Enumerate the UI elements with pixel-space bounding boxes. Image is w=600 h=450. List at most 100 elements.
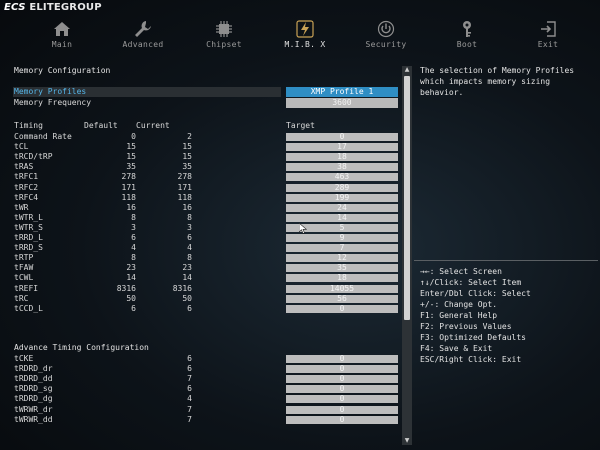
timing-name: tRTP (14, 253, 34, 263)
timing-target-input[interactable]: 7 (286, 244, 398, 253)
timing-name: tWTR_S (14, 222, 43, 232)
timing-target-input[interactable]: 0 (286, 415, 398, 424)
lightning-icon (296, 20, 314, 38)
memory-frequency-value[interactable]: 3600 (286, 98, 398, 108)
timing-target-input[interactable]: 56 (286, 294, 398, 303)
timing-target-input[interactable]: 0 (286, 395, 398, 404)
timing-target-input[interactable]: 18 (286, 274, 398, 283)
timing-target-input[interactable]: 9 (286, 234, 398, 242)
timing-row[interactable]: Command Rate 0 2 0 (14, 132, 398, 142)
timing-name: tRFC4 (14, 192, 39, 202)
timing-row[interactable]: tRC 50 50 56 (14, 294, 398, 304)
tab-mib-x[interactable]: M.I.B. X (265, 18, 345, 56)
brand-mark: ECS (4, 2, 26, 13)
timing-target-input[interactable]: 0 (286, 385, 398, 394)
tab-boot-label: Boot (456, 40, 478, 49)
exit-icon (539, 20, 557, 38)
timing-target-input[interactable]: 0 (286, 375, 398, 384)
timing-default: 14 (126, 273, 136, 283)
tab-advanced-label: Advanced (122, 40, 164, 49)
timing-target-input[interactable]: 38 (286, 163, 398, 172)
key-hint: ESC/Right Click: Exit (420, 355, 522, 364)
advance-timing-row[interactable]: tRDRD_sg 6 0 (14, 384, 398, 394)
scroll-down-arrow-icon[interactable]: ▼ (402, 437, 412, 445)
advance-timing-row[interactable]: tRDRD_dr 6 0 (14, 364, 398, 374)
tab-advanced[interactable]: Advanced (103, 18, 183, 56)
default-header: Default (84, 121, 118, 130)
timing-target-input[interactable]: 17 (286, 143, 398, 152)
timing-target-input[interactable]: 199 (286, 193, 398, 202)
scroll-thumb[interactable] (404, 76, 410, 320)
timing-name: tWRWR_dr (14, 404, 53, 414)
timing-target-input[interactable]: 0 (286, 405, 398, 414)
timing-target-input[interactable]: 12 (286, 254, 398, 263)
timing-row[interactable]: tRFC1 278 278 463 (14, 172, 398, 182)
timing-row[interactable]: tWTR_S 3 3 5 (14, 223, 398, 233)
key-hint: F2: Previous Values (420, 322, 512, 331)
timing-row[interactable]: tCCD_L 6 6 0 (14, 304, 398, 314)
timing-row[interactable]: tFAW 23 23 35 (14, 263, 398, 273)
memory-profiles-setting[interactable]: Memory Profiles XMP Profile 1 (13, 87, 398, 97)
timing-header: Timing (14, 121, 43, 130)
key-hint: +/-: Change Opt. (420, 300, 498, 309)
timing-target-input[interactable]: 289 (286, 183, 398, 192)
timing-target-input[interactable]: 0 (286, 355, 398, 363)
settings-panel: Memory Configuration Memory Profiles XMP… (13, 62, 401, 446)
tab-security[interactable]: Security (346, 18, 426, 56)
timing-current: 23 (182, 263, 192, 273)
timing-row[interactable]: tRCD/tRP 15 15 18 (14, 152, 398, 162)
timing-name: tRDRD_dg (14, 394, 53, 404)
timing-row[interactable]: tRFC4 118 118 199 (14, 193, 398, 203)
timing-target-input[interactable]: 0 (286, 365, 398, 374)
advance-timing-row[interactable]: tWRWR_dd 7 0 (14, 415, 398, 425)
timing-current: 7 (187, 404, 192, 414)
scrollbar[interactable]: ▲ ▼ (402, 66, 412, 445)
timing-current: 15 (182, 152, 192, 162)
scroll-up-arrow-icon[interactable]: ▲ (402, 66, 412, 74)
memory-profiles-value[interactable]: XMP Profile 1 (286, 87, 398, 97)
timing-name: tWTR_L (14, 212, 43, 222)
tab-main-label: Main (51, 40, 73, 49)
tab-boot[interactable]: Boot (427, 18, 507, 56)
timing-target-input[interactable]: 24 (286, 203, 398, 212)
advance-timing-row[interactable]: tCKE 6 0 (14, 354, 398, 364)
tab-main[interactable]: Main (22, 18, 102, 56)
timing-target-input[interactable]: 35 (286, 264, 398, 273)
brand-name: ELITEGROUP (29, 2, 102, 13)
timing-target-input[interactable]: 18 (286, 153, 398, 162)
timing-row[interactable]: tRAS 35 35 38 (14, 162, 398, 172)
timing-current: 6 (187, 233, 192, 242)
timing-target-input[interactable]: 14 (286, 213, 398, 222)
memory-frequency-setting[interactable]: Memory Frequency 3600 (14, 98, 398, 108)
timing-row[interactable]: tRTP 8 8 12 (14, 253, 398, 263)
key-hint: →←: Select Screen (420, 267, 502, 276)
timing-row[interactable]: tREFI 8316 8316 14055 (14, 284, 398, 294)
advance-timing-row[interactable]: tWRWR_dr 7 0 (14, 405, 398, 415)
timing-default: 8 (131, 212, 136, 222)
key-hint: F3: Optimized Defaults (420, 333, 526, 342)
timing-target-input[interactable]: 14055 (286, 284, 398, 293)
timing-row[interactable]: tRFC2 171 171 289 (14, 183, 398, 193)
advance-timing-title: Advance Timing Configuration (14, 343, 149, 352)
timing-row[interactable]: tRRD_L 6 6 9 (14, 233, 398, 243)
tab-exit[interactable]: Exit (508, 18, 588, 56)
key-hint: Enter/Dbl Click: Select (420, 289, 531, 298)
timing-target-input[interactable]: 0 (286, 133, 398, 141)
timing-name: tCWL (14, 273, 34, 283)
advance-timing-row[interactable]: tRDRD_dg 4 0 (14, 394, 398, 404)
advance-timing-row[interactable]: tRDRD_dd 7 0 (14, 374, 398, 384)
help-text: The selection of Memory Profiles which i… (420, 66, 575, 97)
timing-row[interactable]: tWTR_L 8 8 14 (14, 213, 398, 223)
power-icon (377, 20, 395, 38)
timing-target-input[interactable]: 0 (286, 304, 398, 313)
timing-row[interactable]: tCWL 14 14 18 (14, 273, 398, 283)
key-legend: →←: Select Screen ↑↓/Click: Select Item … (420, 266, 596, 365)
timing-name: tRDRD_sg (14, 384, 53, 394)
memory-frequency-label: Memory Frequency (14, 98, 92, 107)
timing-target-input[interactable]: 463 (286, 173, 398, 182)
timing-name: tCL (14, 142, 29, 152)
timing-row[interactable]: tRRD_S 4 4 7 (14, 243, 398, 253)
timing-row[interactable]: tWR 16 16 24 (14, 203, 398, 213)
tab-chipset[interactable]: Chipset (184, 18, 264, 56)
timing-row[interactable]: tCL 15 15 17 (14, 142, 398, 152)
